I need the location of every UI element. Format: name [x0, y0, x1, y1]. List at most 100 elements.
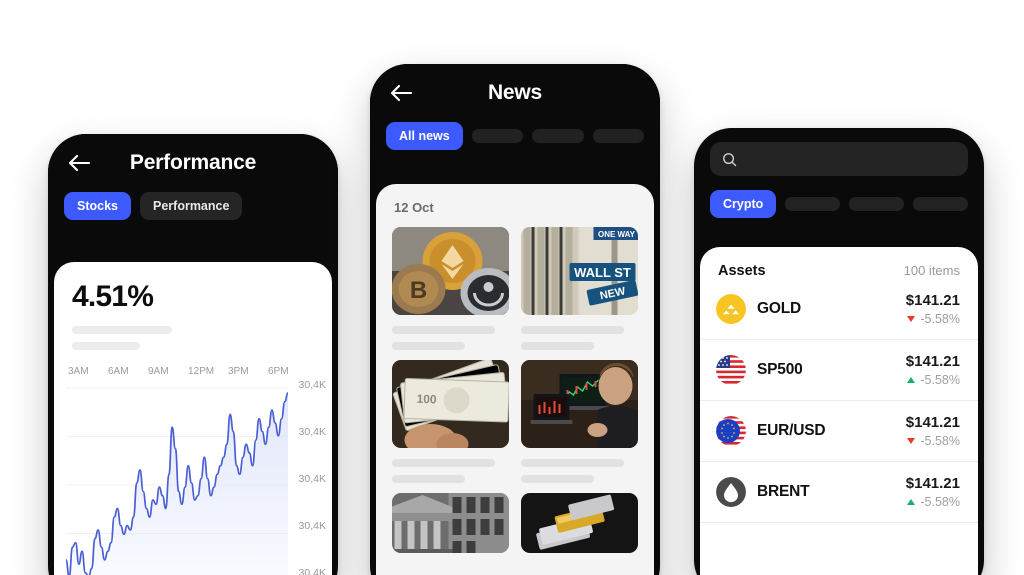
crypto-coins-photo: B [392, 227, 509, 315]
chip-performance[interactable]: Performance [140, 192, 243, 220]
arrow-left-icon [68, 154, 90, 172]
assets-count: 100 items [903, 263, 960, 278]
asset-change-value: -5.58% [920, 434, 960, 448]
search-icon [723, 152, 737, 166]
page-title: News [487, 81, 543, 104]
news-card[interactable]: ONE WAY WALL ST NEW [521, 227, 638, 350]
assets-sheet: Assets 100 items GOLD $141.21 -5.58% SP5… [700, 247, 978, 575]
news-nav-row: News [386, 64, 644, 122]
dollar-bills-photo: 100 [392, 360, 509, 448]
chip-crypto[interactable]: Crypto [710, 190, 777, 218]
table-row[interactable]: GOLD $141.21 -5.58% [700, 279, 978, 340]
phone-performance: Performance Stocks Performance 4.51% 3AM… [48, 134, 338, 575]
news-card[interactable]: 100 [392, 360, 509, 483]
chip-placeholder-3[interactable] [592, 129, 644, 143]
table-row[interactable]: BRENT $141.21 -5.58% [700, 462, 978, 523]
assets-chip-row: Crypto [694, 176, 984, 234]
x-tick-1: 6AM [108, 366, 129, 377]
svg-text:100: 100 [416, 392, 437, 407]
triangle-up-icon [907, 377, 916, 383]
trader-laptops-photo [521, 360, 638, 448]
stock-exchange-building-photo [392, 493, 509, 553]
placeholder-line-2 [72, 342, 140, 350]
search-wrap [694, 128, 984, 176]
asset-name: GOLD [757, 300, 801, 317]
performance-percent: 4.51% [72, 280, 154, 313]
gold-coin-icon [716, 294, 746, 324]
chip-placeholder-3[interactable] [913, 197, 968, 211]
chip-placeholder-1[interactable] [471, 129, 524, 143]
oil-drop-icon [716, 477, 746, 507]
asset-change: -5.58% [906, 312, 960, 326]
x-tick-3: 12PM [188, 366, 215, 377]
asset-change-value: -5.58% [920, 373, 960, 387]
screenshot-stage: Performance Stocks Performance 4.51% 3AM… [0, 0, 1024, 575]
arrow-left-icon [390, 84, 412, 102]
table-row[interactable]: SP500 $141.21 -5.58% [700, 340, 978, 401]
gold-bars-photo [521, 493, 638, 553]
y-tick-3: 30,4K [298, 520, 326, 532]
news-title-placeholder [392, 459, 495, 467]
triangle-up-icon [907, 499, 916, 505]
news-card[interactable] [521, 360, 638, 483]
asset-price: $141.21 [905, 414, 960, 431]
chip-stocks[interactable]: Stocks [64, 192, 131, 220]
svg-text:B: B [410, 277, 427, 304]
chip-placeholder-1[interactable] [785, 197, 841, 211]
news-card[interactable] [521, 493, 638, 553]
phone-news: News All news 12 Oct B ONE WAY WALL ST N… [370, 64, 660, 575]
performance-chart: 30,4K 30,4K 30,4K 30,4K 30,4K [54, 379, 332, 575]
chart-x-axis: 3AM 6AM 9AM 12PM 3PM 6PM [54, 350, 332, 377]
news-meta-placeholder [392, 475, 465, 483]
line-chart-svg [66, 387, 288, 575]
y-tick-4: 30,4K [298, 567, 326, 575]
asset-values: $141.21 -5.58% [906, 292, 960, 326]
asset-price: $141.21 [905, 475, 960, 492]
news-sheet: 12 Oct B ONE WAY WALL ST NEW 100 [376, 184, 654, 575]
asset-change-value: -5.58% [920, 312, 960, 326]
asset-change: -5.58% [906, 495, 960, 509]
asset-name: EUR/USD [757, 422, 826, 439]
news-card[interactable]: B [392, 227, 509, 350]
chart-y-axis: 30,4K 30,4K 30,4K 30,4K 30,4K [299, 379, 326, 575]
y-tick-0: 30,4K [298, 379, 326, 391]
news-title-placeholder [392, 326, 495, 334]
asset-change: -5.58% [906, 373, 960, 387]
phone-assets: Crypto Assets 100 items GOLD $141.21 -5.… [694, 128, 984, 575]
page-title: Performance [129, 151, 257, 174]
x-tick-4: 3PM [228, 366, 249, 377]
asset-values: $141.21 -5.58% [906, 475, 960, 509]
news-title-placeholder [521, 459, 624, 467]
asset-values: $141.21 -5.58% [906, 353, 960, 387]
asset-values: $141.21 -5.58% [906, 414, 960, 448]
chip-placeholder-2[interactable] [532, 129, 584, 143]
back-button-news[interactable] [386, 78, 416, 108]
asset-name: SP500 [757, 361, 803, 378]
search-input[interactable] [710, 142, 968, 176]
asset-name: BRENT [757, 483, 810, 500]
back-button-performance[interactable] [64, 148, 94, 178]
performance-nav-row: Performance [64, 134, 322, 192]
asset-price: $141.21 [905, 292, 960, 309]
performance-sheet: 4.51% 3AM 6AM 9AM 12PM 3PM 6PM 30,4K 30,… [54, 262, 332, 575]
us-flag-icon [716, 355, 746, 385]
news-chip-row: All news [386, 122, 644, 166]
table-row[interactable]: EUR/USD $141.21 -5.58% [700, 401, 978, 462]
wall-street-sign-photo: ONE WAY WALL ST NEW [521, 227, 638, 315]
x-tick-0: 3AM [68, 366, 89, 377]
news-card[interactable] [392, 493, 509, 553]
assets-header: Crypto [694, 128, 984, 234]
performance-chip-row: Stocks Performance [64, 192, 322, 236]
asset-change-value: -5.58% [920, 495, 960, 509]
chip-placeholder-2[interactable] [849, 197, 905, 211]
news-meta-placeholder [392, 342, 465, 350]
eur-usd-flag-icon [716, 416, 746, 446]
triangle-down-icon [907, 438, 916, 444]
chip-all-news[interactable]: All news [386, 122, 463, 150]
x-tick-5: 6PM [268, 366, 289, 377]
performance-header: Performance Stocks Performance [48, 134, 338, 236]
assets-head: Assets 100 items [700, 247, 978, 279]
news-title-placeholder [521, 326, 624, 334]
asset-price: $141.21 [905, 353, 960, 370]
news-meta-placeholder [521, 342, 594, 350]
